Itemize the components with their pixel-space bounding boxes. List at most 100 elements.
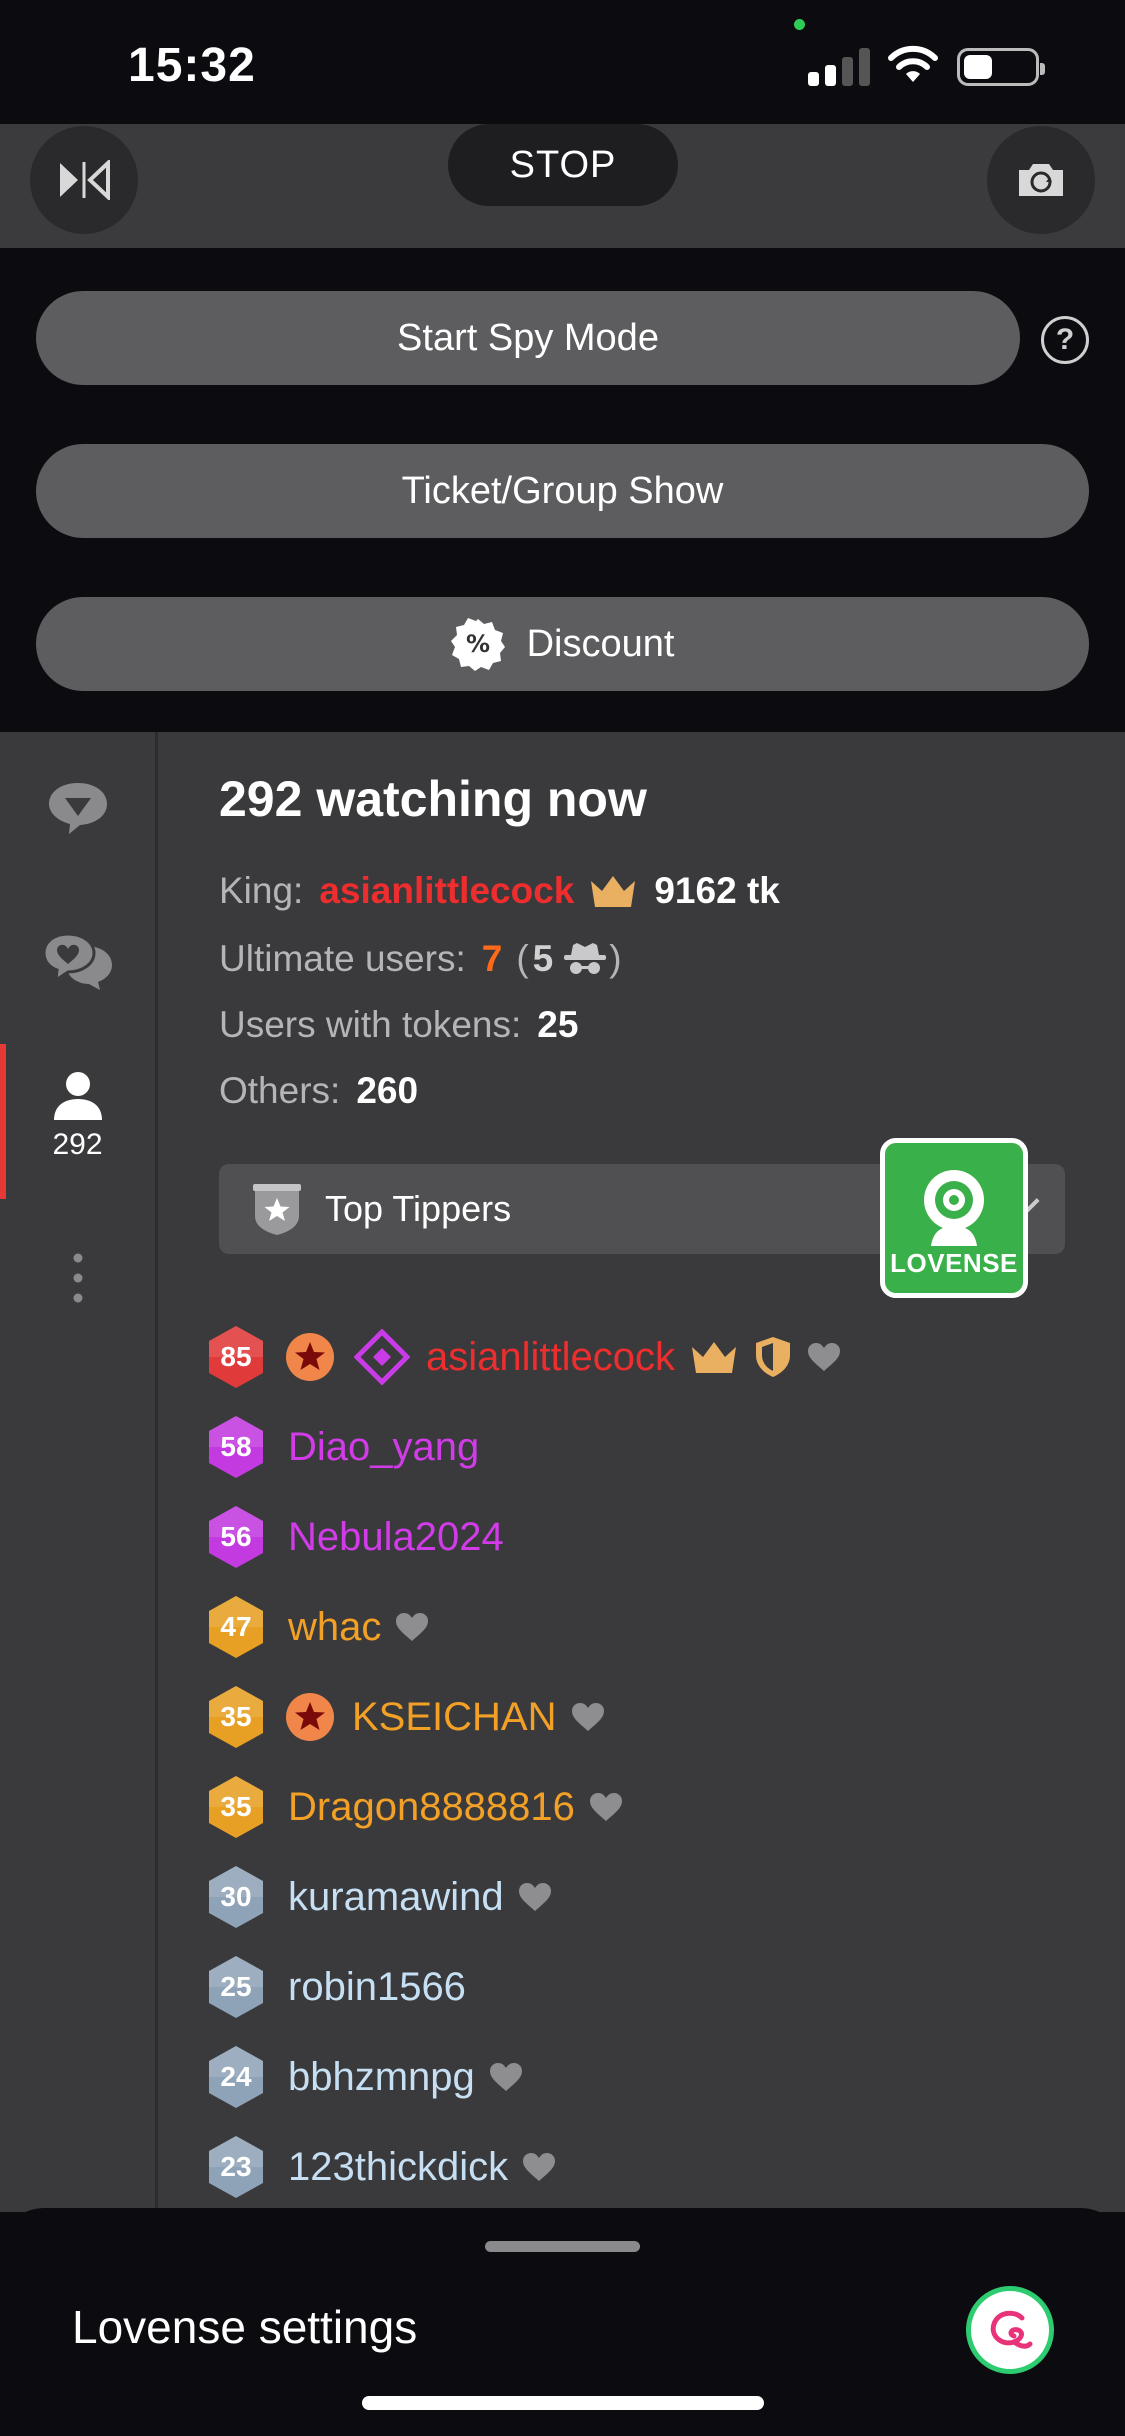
lovense-button[interactable]: LOVENSE: [880, 1138, 1028, 1298]
wifi-icon: [888, 45, 938, 82]
crown-icon: [692, 1342, 737, 1373]
svg-text:%: %: [466, 630, 490, 658]
ultimate-paren-open: (: [516, 938, 529, 979]
discount-badge-icon: %: [450, 618, 505, 671]
ultimate-users-label: Ultimate users:: [219, 938, 466, 979]
sheet-grabber[interactable]: [485, 2241, 640, 2252]
user-icon: [53, 1072, 102, 1120]
king-line: King: asianlittlecock 9162 tk: [219, 870, 780, 912]
crown-icon: [591, 876, 636, 907]
lovense-app-button[interactable]: [966, 2286, 1054, 2374]
incognito-icon: [564, 943, 607, 974]
video-controls: STOP: [0, 124, 1125, 248]
camera-rotate-icon: [1019, 164, 1063, 196]
flip-camera-button[interactable]: [30, 126, 138, 234]
king-username[interactable]: asianlittlecock: [319, 870, 574, 912]
level-badge: 56: [206, 1504, 266, 1570]
diamond-badge-icon: [354, 1329, 410, 1385]
level-number: 30: [220, 1881, 252, 1912]
star-badge-icon: [286, 1693, 334, 1741]
more-icon: [73, 1253, 82, 1303]
user-row[interactable]: 25 robin1566: [206, 1954, 466, 2020]
top-tippers-label: Top Tippers: [325, 1188, 512, 1229]
level-badge: 85: [206, 1324, 266, 1390]
switch-camera-button[interactable]: [987, 126, 1095, 234]
discount-label: Discount: [526, 622, 675, 665]
camera-in-use-indicator: [794, 19, 805, 30]
lovense-webcam-icon: [924, 1170, 984, 1246]
discount-button[interactable]: % Discount: [36, 597, 1089, 691]
username[interactable]: kuramawind: [288, 1875, 504, 1920]
badge-icon-wrap: [284, 1331, 336, 1383]
sidebar-item-more[interactable]: [0, 1252, 155, 1304]
users-with-tokens-label: Users with tokens:: [219, 1004, 522, 1045]
username[interactable]: robin1566: [288, 1965, 466, 2010]
shield-icon: [756, 1337, 791, 1377]
heart-icon: [396, 1613, 429, 1641]
username[interactable]: Diao_yang: [288, 1425, 479, 1470]
sidebar-item-tip-chat[interactable]: [0, 780, 155, 836]
status-icon-wrap: [518, 1882, 552, 1912]
user-row[interactable]: 85 asianlittlecock: [206, 1324, 841, 1390]
sidebar-item-private-chat[interactable]: [0, 932, 155, 990]
level-badge: 35: [206, 1684, 266, 1750]
username[interactable]: whac: [288, 1605, 381, 1650]
king-label: King:: [219, 870, 304, 911]
heart-icon: [571, 1703, 604, 1731]
ultimate-hidden-count: 5: [532, 938, 554, 979]
username[interactable]: 123thickdick: [288, 2145, 508, 2190]
level-number: 35: [220, 1791, 252, 1822]
level-number: 85: [220, 1341, 252, 1372]
status-icon-wrap: [571, 1702, 605, 1732]
status-icon-wrap: [689, 1339, 739, 1375]
ticket-group-show-button[interactable]: Ticket/Group Show: [36, 444, 1089, 538]
home-indicator: [362, 2396, 764, 2410]
level-number: 58: [220, 1431, 252, 1462]
user-row[interactable]: 56 Nebula2024: [206, 1504, 504, 1570]
badge-icon-wrap: [284, 1691, 336, 1743]
others-label: Others:: [219, 1070, 341, 1111]
status-icon-wrap: [807, 1342, 841, 1372]
level-number: 35: [220, 1701, 252, 1732]
sidebar: 292: [0, 732, 158, 2212]
status-icon-wrap: [489, 2062, 523, 2092]
level-badge: 24: [206, 2044, 266, 2110]
help-icon[interactable]: ?: [1041, 316, 1089, 364]
sidebar-item-users[interactable]: 292: [0, 1070, 155, 1162]
lovense-app-icon: [990, 2310, 1033, 2349]
ultimate-users-count: 7: [481, 938, 503, 979]
sheet-title: Lovense settings: [72, 2301, 418, 2353]
users-panel: 292 watching now King: asianlittlecock 9…: [158, 732, 1125, 2212]
level-badge: 30: [206, 1864, 266, 1930]
user-row[interactable]: 47 whac: [206, 1594, 429, 1660]
username[interactable]: KSEICHAN: [352, 1695, 557, 1740]
level-badge: 47: [206, 1594, 266, 1660]
ultimate-paren-close: ): [609, 938, 622, 979]
user-row[interactable]: 35 KSEICHAN: [206, 1684, 605, 1750]
username[interactable]: Nebula2024: [288, 1515, 504, 1560]
status-icon-wrap: [395, 1612, 429, 1642]
battery-icon: [957, 48, 1045, 86]
star-badge-icon: [286, 1333, 334, 1381]
level-number: 25: [220, 1971, 252, 2002]
username[interactable]: asianlittlecock: [426, 1335, 675, 1380]
status-bar: 15:32: [0, 0, 1125, 124]
level-badge: 23: [206, 2134, 266, 2200]
users-with-tokens-line: Users with tokens: 25: [219, 1004, 578, 1046]
status-time: 15:32: [128, 39, 256, 92]
tip-chat-icon: [48, 783, 107, 834]
user-row[interactable]: 58 Diao_yang: [206, 1414, 479, 1480]
user-row[interactable]: 30 kuramawind: [206, 1864, 552, 1930]
username[interactable]: bbhzmnpg: [288, 2055, 475, 2100]
stop-broadcast-button[interactable]: STOP: [448, 124, 678, 206]
user-row[interactable]: 24 bbhzmnpg: [206, 2044, 523, 2110]
start-spy-mode-button[interactable]: Start Spy Mode: [36, 291, 1020, 385]
user-row[interactable]: 35 Dragon8888816: [206, 1774, 623, 1840]
level-number: 47: [220, 1611, 252, 1642]
badge-icon-wrap: [354, 1329, 410, 1385]
cellular-signal-icon: [808, 48, 870, 86]
username[interactable]: Dragon8888816: [288, 1785, 575, 1830]
king-tokens: 9162 tk: [654, 870, 780, 911]
user-row[interactable]: 23 123thickdick: [206, 2134, 556, 2200]
ultimate-users-line: Ultimate users: 7 ( 5 ): [219, 938, 622, 980]
